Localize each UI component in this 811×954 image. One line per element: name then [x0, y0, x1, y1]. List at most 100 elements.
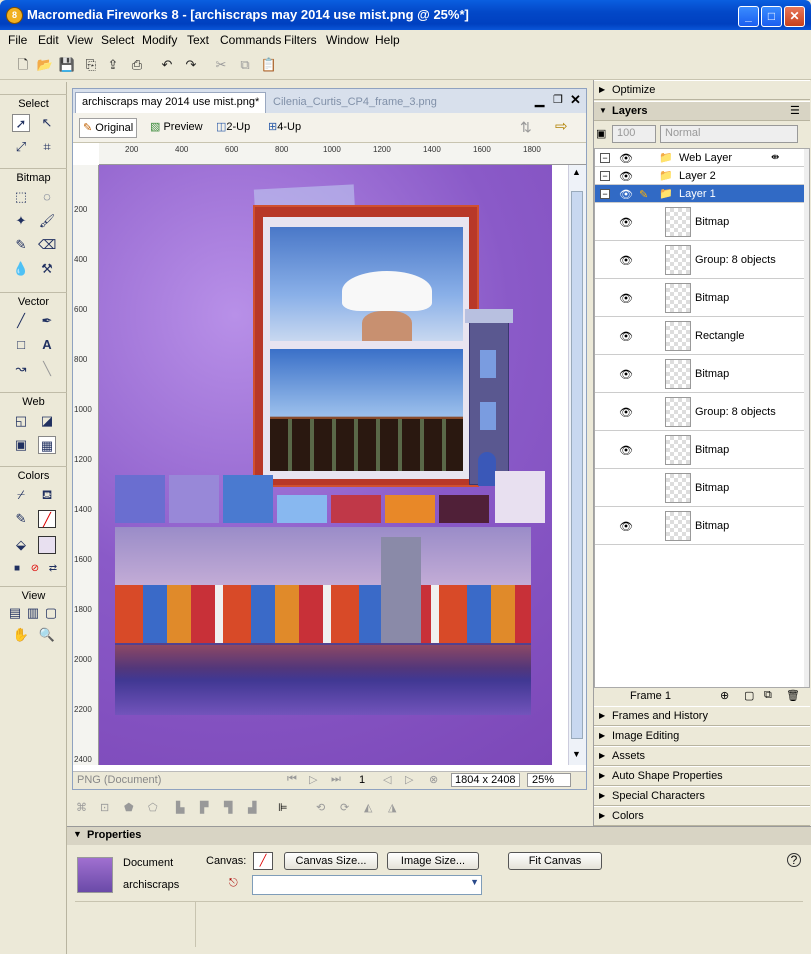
vertical-scrollbar[interactable]: ▲ ▼: [568, 165, 586, 765]
panel-special-characters[interactable]: Special Characters: [594, 786, 810, 806]
view-preview-button[interactable]: ▧ Preview: [147, 118, 206, 138]
eye-visibility-icon[interactable]: 👁: [619, 406, 633, 419]
tab-cilenia[interactable]: Cilenia_Curtis_CP4_frame_3.png: [273, 96, 437, 108]
undo-icon[interactable]: ↶: [158, 56, 176, 74]
layer-object-row[interactable]: 👁 Bitmap: [595, 507, 804, 545]
save-icon[interactable]: 💾: [58, 56, 76, 74]
open-file-icon[interactable]: 📂: [36, 56, 54, 74]
send-backward-icon[interactable]: ▜: [224, 801, 232, 814]
new-file-icon[interactable]: 🗋: [14, 56, 32, 74]
hide-slices-icon[interactable]: ▣: [12, 436, 30, 454]
subselection-tool-icon[interactable]: ↖: [38, 114, 56, 132]
eye-visibility-icon[interactable]: 👁: [619, 254, 633, 267]
scroll-up-icon[interactable]: ▲: [572, 167, 581, 177]
blend-mode-select[interactable]: Normal: [660, 125, 798, 143]
eye-visibility-icon[interactable]: 👁: [619, 152, 633, 165]
menu-help[interactable]: Help: [375, 33, 400, 47]
new-layer-icon[interactable]: ⊕: [720, 689, 729, 702]
rotate-cw-icon[interactable]: ⟳: [340, 801, 349, 814]
view-4up-button[interactable]: ⊞4-Up: [265, 118, 304, 138]
scroll-thumb[interactable]: [571, 191, 583, 739]
bring-front-icon[interactable]: ▙: [176, 801, 184, 814]
print-icon[interactable]: ⎙: [128, 56, 146, 74]
standard-screen-icon[interactable]: ▤: [6, 604, 24, 622]
doc-close-icon[interactable]: ✕: [570, 92, 581, 108]
scroll-down-icon[interactable]: ▼: [572, 749, 581, 759]
menu-filters[interactable]: Filters: [284, 33, 317, 47]
eye-visibility-icon[interactable]: 👁: [619, 170, 633, 183]
full-screen-menus-icon[interactable]: ▥: [24, 604, 42, 622]
tab-archiscraps[interactable]: archiscraps may 2014 use mist.png*: [75, 92, 267, 113]
blur-tool-icon[interactable]: 💧: [12, 260, 30, 278]
scale-tool-icon[interactable]: ⤢: [12, 138, 30, 156]
panel-layers-header[interactable]: Layers: [594, 101, 810, 121]
stop-icon[interactable]: ⊗: [429, 773, 438, 786]
paint-bucket-icon[interactable]: ⛾: [38, 486, 56, 504]
full-screen-icon[interactable]: ▢: [42, 604, 60, 622]
knife-tool-icon[interactable]: ╲: [38, 360, 56, 378]
help-icon[interactable]: ?: [787, 853, 801, 867]
align-icon[interactable]: ⊫: [278, 801, 288, 814]
panel-optimize[interactable]: Optimize: [594, 80, 810, 100]
marquee-tool-icon[interactable]: ⬚: [12, 188, 30, 206]
freeform-tool-icon[interactable]: ↝: [12, 360, 30, 378]
flip-h-icon[interactable]: ◭: [364, 801, 372, 814]
slice-tool-icon[interactable]: ◪: [38, 412, 56, 430]
hotspot-tool-icon[interactable]: ◱: [12, 412, 30, 430]
view-original-button[interactable]: ✎ Original: [79, 118, 138, 138]
view-2up-button[interactable]: ◫2-Up: [213, 118, 253, 138]
layer-expand-icon[interactable]: −: [600, 171, 610, 181]
send-back-icon[interactable]: ▟: [248, 801, 256, 814]
canvas-area[interactable]: [99, 165, 568, 765]
zoom-tool-icon[interactable]: 🔍: [38, 626, 56, 644]
properties-header[interactable]: Properties: [67, 827, 811, 845]
layer-object-row[interactable]: 👁 Rectangle: [595, 317, 804, 355]
next-frame-icon[interactable]: ▷: [405, 773, 413, 786]
rotate-ccw-icon[interactable]: ⟲: [316, 801, 325, 814]
scrapbook-artboard[interactable]: [99, 165, 552, 765]
lasso-tool-icon[interactable]: ◌: [38, 188, 56, 206]
fit-canvas-button[interactable]: Fit Canvas: [508, 852, 602, 870]
last-frame-icon[interactable]: ⏭: [331, 773, 341, 786]
stroke-color-icon[interactable]: ✎: [12, 510, 30, 528]
panel-frames-history[interactable]: Frames and History: [594, 706, 810, 726]
line-tool-icon[interactable]: ╱: [12, 312, 30, 330]
pencil-tool-icon[interactable]: ✎: [12, 236, 30, 254]
new-bitmap-icon[interactable]: ▢: [744, 689, 754, 702]
eyedropper-tool-icon[interactable]: ⌿: [12, 486, 30, 504]
text-tool-icon[interactable]: A: [38, 336, 56, 354]
layer-expand-icon[interactable]: −: [600, 189, 610, 199]
ungroup-icon[interactable]: ⊡: [100, 801, 109, 814]
menu-select[interactable]: Select: [101, 33, 134, 47]
layer-object-row[interactable]: 👁 Group: 8 objects: [595, 241, 804, 279]
layer-object-row[interactable]: 👁 Bitmap: [595, 355, 804, 393]
layers-scrollbar[interactable]: [804, 149, 809, 687]
eye-visibility-icon[interactable]: 👁: [619, 444, 633, 457]
properties-collapse-icon[interactable]: ▼: [73, 829, 82, 839]
panel-colors[interactable]: Colors: [594, 806, 810, 826]
rubber-stamp-icon[interactable]: ⚒: [38, 260, 56, 278]
eye-visibility-icon[interactable]: 👁: [619, 292, 633, 305]
hand-tool-icon[interactable]: ✋: [12, 626, 30, 644]
layer-object-row[interactable]: 👁 Bitmap: [595, 431, 804, 469]
cut-icon[interactable]: ✂: [212, 56, 230, 74]
rectangle-tool-icon[interactable]: □: [12, 336, 30, 354]
layer-folder-row[interactable]: − 👁 ✎ 📁 Layer 1: [595, 185, 804, 203]
document-url-select[interactable]: ▼: [252, 875, 482, 895]
layer-object-row[interactable]: 👁 Group: 8 objects: [595, 393, 804, 431]
eye-visibility-icon[interactable]: 👁: [619, 188, 633, 201]
eye-visibility-icon[interactable]: 👁: [619, 216, 633, 229]
group-icon[interactable]: ⌘: [76, 801, 87, 814]
magic-wand-icon[interactable]: ✦: [12, 212, 30, 230]
layers-options-menu-icon[interactable]: ☰: [790, 104, 800, 117]
no-color-icon[interactable]: ⊘: [26, 560, 44, 578]
play-icon[interactable]: ▷: [309, 773, 317, 786]
layer-object-row[interactable]: 👁 Bitmap: [595, 279, 804, 317]
menu-modify[interactable]: Modify: [142, 33, 177, 47]
image-size-button[interactable]: Image Size...: [387, 852, 479, 870]
maximize-button[interactable]: □: [761, 6, 782, 27]
menu-file[interactable]: File: [8, 33, 27, 47]
layer-object-row[interactable]: 👁 Bitmap: [595, 203, 804, 241]
flip-v-icon[interactable]: ◮: [388, 801, 396, 814]
paste-icon[interactable]: 📋: [260, 56, 278, 74]
